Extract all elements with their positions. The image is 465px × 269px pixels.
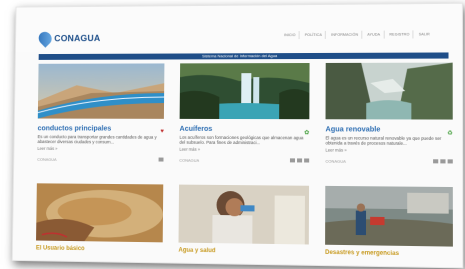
- child-drinking-image: [178, 184, 310, 245]
- share-icon[interactable]: [158, 157, 164, 162]
- chart-icon[interactable]: [433, 159, 439, 164]
- grid-icon[interactable]: [297, 158, 303, 163]
- read-more-link[interactable]: Leer más »: [325, 147, 452, 153]
- card-title: Agua renovable: [325, 124, 381, 134]
- card-agua-salud[interactable]: Agua y salud: [178, 184, 310, 256]
- river-image: [325, 62, 453, 120]
- card-title: Agua y salud: [178, 247, 216, 255]
- nav-item-salir[interactable]: SALIR: [416, 30, 433, 38]
- nav-item-inicio[interactable]: INICIO: [280, 31, 300, 40]
- share-icons: [433, 159, 453, 164]
- recycle-icon: ♻: [447, 130, 453, 137]
- nav-item-informacion[interactable]: INFORMACIÓN: [328, 30, 363, 39]
- card-footer-source: CONAGUA: [179, 157, 200, 163]
- flood-rescue-image: [325, 185, 453, 247]
- nav-item-ayuda[interactable]: AYUDA: [364, 30, 385, 39]
- grain-hands-image: [36, 183, 164, 243]
- nav-item-registro[interactable]: REGISTRO: [386, 30, 414, 39]
- header: CONAGUA INICIO POLÍTICA INFORMACIÓN AYUD…: [15, 3, 462, 53]
- share-icon[interactable]: [304, 158, 310, 163]
- water-drop-icon: ♥: [160, 128, 164, 135]
- read-more-link[interactable]: Leer más »: [179, 147, 309, 153]
- logo-text: CONAGUA: [54, 33, 101, 44]
- card-footer: CONAGUA: [325, 158, 453, 164]
- card-title: Acuíferos: [179, 123, 213, 133]
- water-drop-icon: [36, 29, 55, 48]
- grid-icon[interactable]: [440, 159, 446, 164]
- card-title: conductos principales: [37, 123, 112, 133]
- aqueduct-image: [37, 63, 165, 119]
- card-conductos[interactable]: conductos principales ♥ Es un conducto p…: [37, 63, 165, 163]
- share-icons: [289, 158, 310, 163]
- page-title-banner: Sistema Nacional de Información del Agua: [38, 52, 449, 60]
- waterfall-image: [179, 63, 310, 120]
- card-footer-source: CONAGUA: [37, 156, 57, 162]
- nav-item-politica[interactable]: POLÍTICA: [301, 30, 327, 40]
- card-desastres[interactable]: Desastres y emergencias: [325, 185, 453, 258]
- card-agua-renovable[interactable]: Agua renovable ♻ El agua es un recurso n…: [325, 62, 453, 165]
- top-navigation: INICIO POLÍTICA INFORMACIÓN AYUDA REGIST…: [280, 30, 433, 40]
- share-icons: [158, 157, 164, 162]
- card-title: Desastres y emergencias: [325, 249, 399, 258]
- chart-icon[interactable]: [289, 158, 296, 163]
- card-text: El agua es un recurso natural renovable …: [325, 135, 442, 147]
- logo[interactable]: CONAGUA: [36, 29, 101, 48]
- screenshot-paper: CONAGUA INICIO POLÍTICA INFORMACIÓN AYUD…: [11, 2, 464, 269]
- card-text: Los acuíferos son formaciones geológicas…: [179, 134, 304, 146]
- card-footer-source: CONAGUA: [325, 158, 346, 164]
- card-title: El Usuario básico: [35, 245, 85, 253]
- card-footer: CONAGUA: [37, 156, 164, 163]
- card-usuario-basico[interactable]: El Usuario básico: [35, 183, 164, 253]
- card-footer: CONAGUA: [179, 157, 310, 163]
- card-acuiferos[interactable]: Acuíferos ✿ Los acuíferos son formacione…: [179, 63, 310, 163]
- card-text: Es un conducto para transportar grandes …: [37, 134, 157, 145]
- share-icon[interactable]: [447, 159, 453, 164]
- leaf-icon: ✿: [304, 130, 310, 137]
- read-more-link[interactable]: Leer más »: [37, 146, 163, 152]
